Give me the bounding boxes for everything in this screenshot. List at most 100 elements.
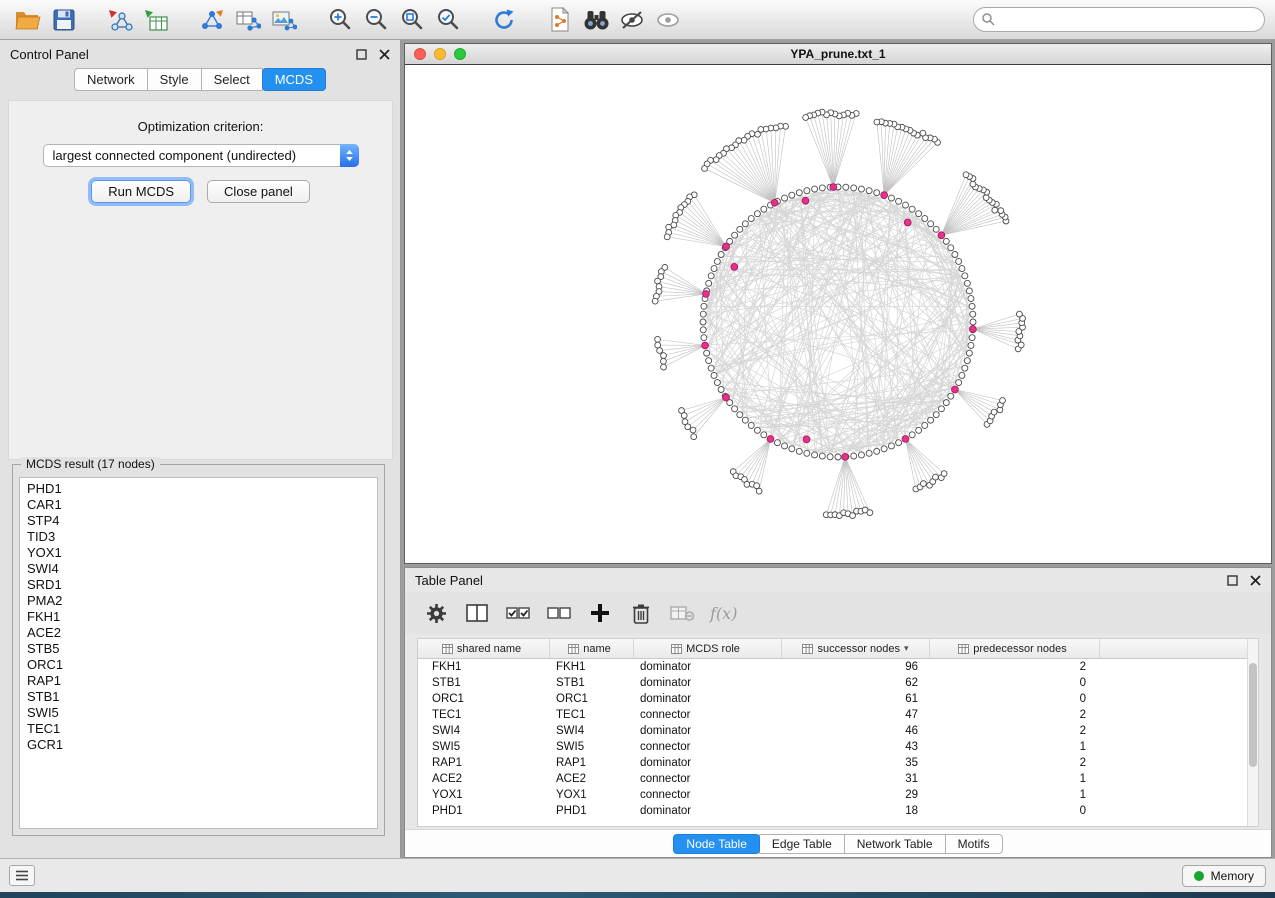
- attribute-type-icon: [671, 644, 682, 654]
- mcds-result-item[interactable]: FKH1: [27, 609, 370, 625]
- import-network-button[interactable]: [102, 4, 138, 36]
- mcds-result-item[interactable]: TEC1: [27, 721, 370, 737]
- select-stepper-icon: [340, 144, 359, 167]
- zoom-out-icon: [364, 7, 389, 32]
- tab-network-table[interactable]: Network Table: [844, 834, 946, 854]
- table-row[interactable]: SWI4 SWI4 dominator 46 2: [418, 723, 1258, 739]
- column-header[interactable]: shared name: [418, 639, 550, 658]
- delete-column-button[interactable]: [628, 600, 654, 626]
- tab-select[interactable]: Select: [201, 68, 263, 91]
- refresh-view-button[interactable]: [486, 4, 522, 36]
- open-session-button[interactable]: [10, 4, 46, 36]
- mcds-result-item[interactable]: SWI5: [27, 705, 370, 721]
- zoom-out-button[interactable]: [358, 4, 394, 36]
- mcds-result-item[interactable]: STP4: [27, 513, 370, 529]
- table-settings-button[interactable]: [423, 600, 449, 626]
- status-menu-button[interactable]: [9, 865, 35, 886]
- close-panel-button[interactable]: Close panel: [207, 180, 310, 203]
- cell-successor-nodes: 35: [782, 757, 930, 769]
- float-panel-icon[interactable]: [356, 49, 367, 60]
- tab-node-table[interactable]: Node Table: [673, 834, 760, 854]
- cell-predecessor-nodes: 2: [930, 709, 1100, 721]
- table-row[interactable]: RAP1 RAP1 dominator 35 2: [418, 755, 1258, 771]
- export-image-button[interactable]: [266, 4, 302, 36]
- table-row[interactable]: ACE2 ACE2 connector 31 1: [418, 771, 1258, 787]
- tab-motifs[interactable]: Motifs: [945, 834, 1003, 854]
- mcds-result-item[interactable]: TID3: [27, 529, 370, 545]
- network-window-titlebar[interactable]: YPA_prune.txt_1: [405, 44, 1271, 65]
- main-toolbar: [0, 0, 1275, 40]
- refresh-icon: [491, 7, 517, 33]
- network-canvas[interactable]: [405, 65, 1271, 562]
- minimize-window-icon[interactable]: [434, 48, 446, 60]
- zoom-fit-icon: [400, 7, 425, 32]
- table-row[interactable]: YOX1 YOX1 connector 29 1: [418, 787, 1258, 803]
- table-row[interactable]: FKH1 FKH1 dominator 96 2: [418, 659, 1258, 675]
- add-column-button[interactable]: [587, 600, 613, 626]
- mcds-result-item[interactable]: STB5: [27, 641, 370, 657]
- mcds-result-item[interactable]: RAP1: [27, 673, 370, 689]
- zoom-fit-button[interactable]: [394, 4, 430, 36]
- table-scrollbar-thumb[interactable]: [1249, 663, 1257, 767]
- trash-icon: [632, 603, 650, 624]
- search-network-button[interactable]: [578, 4, 614, 36]
- tab-network[interactable]: Network: [74, 68, 148, 91]
- hide-selected-button[interactable]: [614, 4, 650, 36]
- zoom-selected-button[interactable]: [430, 4, 466, 36]
- cell-successor-nodes: 62: [782, 677, 930, 689]
- select-all-button[interactable]: [505, 600, 531, 626]
- function-builder-button[interactable]: f(x): [710, 600, 737, 626]
- show-columns-button[interactable]: [464, 600, 490, 626]
- unselect-all-button[interactable]: [546, 600, 572, 626]
- import-table-button[interactable]: [138, 4, 174, 36]
- close-panel-icon[interactable]: [379, 49, 390, 60]
- table-row[interactable]: STB1 STB1 dominator 62 0: [418, 675, 1258, 691]
- control-panel-title: Control Panel: [10, 47, 89, 62]
- mcds-result-item[interactable]: GCR1: [27, 737, 370, 753]
- zoom-in-button[interactable]: [322, 4, 358, 36]
- copy-style-button[interactable]: [542, 4, 578, 36]
- column-header[interactable]: predecessor nodes: [930, 639, 1100, 658]
- column-header[interactable]: successor nodes ▾: [782, 639, 930, 658]
- export-table-button[interactable]: [230, 4, 266, 36]
- search-input[interactable]: [973, 7, 1265, 32]
- mcds-result-item[interactable]: ACE2: [27, 625, 370, 641]
- tab-edge-table[interactable]: Edge Table: [759, 834, 845, 854]
- run-mcds-button[interactable]: Run MCDS: [91, 180, 191, 203]
- mcds-result-item[interactable]: PMA2: [27, 593, 370, 609]
- float-table-panel-icon[interactable]: [1227, 575, 1238, 586]
- hidden-columns-button[interactable]: [669, 600, 695, 626]
- sort-indicator: ▾: [904, 643, 909, 654]
- mcds-result-item[interactable]: STB1: [27, 689, 370, 705]
- show-all-button[interactable]: [650, 4, 686, 36]
- attribute-type-icon: [442, 644, 453, 654]
- close-table-panel-icon[interactable]: [1250, 575, 1261, 586]
- column-header[interactable]: MCDS role: [634, 639, 782, 658]
- table-row[interactable]: TEC1 TEC1 connector 47 2: [418, 707, 1258, 723]
- network-graph[interactable]: [405, 65, 1271, 562]
- close-window-icon[interactable]: [414, 48, 426, 60]
- export-network-button[interactable]: [194, 4, 230, 36]
- mcds-result-item[interactable]: SRD1: [27, 577, 370, 593]
- memory-button[interactable]: Memory: [1182, 865, 1266, 887]
- column-header[interactable]: name: [550, 639, 634, 658]
- table-row[interactable]: PHD1 PHD1 dominator 18 0: [418, 803, 1258, 819]
- mcds-result-item[interactable]: CAR1: [27, 497, 370, 513]
- attribute-type-icon: [568, 644, 579, 654]
- zoom-selected-icon: [436, 7, 461, 32]
- tab-mcds[interactable]: MCDS: [262, 68, 326, 91]
- table-row[interactable]: SWI5 SWI5 connector 43 1: [418, 739, 1258, 755]
- table-scrollbar[interactable]: [1247, 639, 1258, 826]
- save-session-button[interactable]: [46, 4, 82, 36]
- tab-style[interactable]: Style: [147, 68, 202, 91]
- mcds-result-item[interactable]: YOX1: [27, 545, 370, 561]
- table-row[interactable]: ORC1 ORC1 dominator 61 0: [418, 691, 1258, 707]
- mcds-result-item[interactable]: SWI4: [27, 561, 370, 577]
- mcds-result-item[interactable]: PHD1: [27, 481, 370, 497]
- control-panel-header: Control Panel: [0, 40, 400, 68]
- cell-shared-name: RAP1: [418, 757, 550, 769]
- optimization-criterion-select[interactable]: largest connected component (undirected): [43, 144, 359, 167]
- mcds-result-item[interactable]: ORC1: [27, 657, 370, 673]
- maximize-window-icon[interactable]: [454, 48, 466, 60]
- mcds-result-list[interactable]: PHD1CAR1STP4TID3YOX1SWI4SRD1PMA2FKH1ACE2…: [19, 477, 378, 829]
